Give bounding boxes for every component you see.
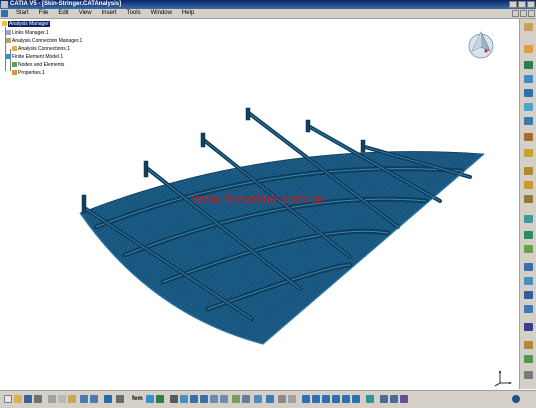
- view-back-icon[interactable]: [312, 395, 320, 403]
- analysis-workbench-icon[interactable]: [524, 23, 533, 31]
- moment-icon[interactable]: [524, 195, 533, 203]
- menu-tools[interactable]: Tools: [122, 9, 146, 18]
- multi-view-icon[interactable]: [242, 395, 250, 403]
- redo-icon[interactable]: [90, 395, 98, 403]
- shading-icon[interactable]: [266, 395, 274, 403]
- window-controls: [509, 1, 535, 8]
- animate-icon[interactable]: [524, 323, 533, 331]
- watermark-text: www.fevonline.com.cn: [192, 191, 325, 206]
- fem-toolbar-label[interactable]: fem: [132, 396, 143, 403]
- doc-restore-button[interactable]: [520, 10, 527, 17]
- image-icon[interactable]: [524, 277, 533, 285]
- force-icon[interactable]: [524, 181, 533, 189]
- catia-logo-icon: [512, 395, 520, 403]
- view-front-icon[interactable]: [302, 395, 310, 403]
- cut-icon[interactable]: [48, 395, 56, 403]
- pressure-icon[interactable]: [524, 167, 533, 175]
- mesh-part-icon[interactable]: [524, 61, 533, 69]
- title-bar: CATIA V5 - [Skin-Stringer.CATAnalysis]: [0, 0, 536, 9]
- measure-item-icon[interactable]: [390, 395, 398, 403]
- view-top-icon[interactable]: [342, 395, 350, 403]
- quality-analysis-icon[interactable]: [524, 133, 533, 141]
- compute-icon[interactable]: [524, 263, 533, 271]
- document-window-controls: [512, 10, 535, 17]
- von-mises-icon[interactable]: [524, 305, 533, 313]
- zoom-in-icon[interactable]: [210, 395, 218, 403]
- beam-mesh-icon[interactable]: [524, 103, 533, 111]
- material-apply-icon[interactable]: [366, 395, 374, 403]
- window-title: CATIA V5 - [Skin-Stringer.CATAnalysis]: [10, 1, 122, 7]
- view-right-icon[interactable]: [332, 395, 340, 403]
- property-icon[interactable]: [524, 215, 533, 223]
- paste-icon[interactable]: [68, 395, 76, 403]
- doc-close-button[interactable]: [528, 10, 535, 17]
- measure-inertia-icon[interactable]: [400, 395, 408, 403]
- catia-app-icon[interactable]: [1, 1, 8, 8]
- connection-icon[interactable]: [524, 231, 533, 239]
- normal-view-icon[interactable]: [232, 395, 240, 403]
- whats-this-icon[interactable]: [104, 395, 112, 403]
- close-button[interactable]: [527, 1, 535, 8]
- menu-file[interactable]: File: [34, 9, 54, 18]
- copy-icon[interactable]: [58, 395, 66, 403]
- material-icon[interactable]: [524, 245, 533, 253]
- doc-minimize-button[interactable]: [512, 10, 519, 17]
- measure-icon[interactable]: [524, 371, 533, 379]
- report-icon[interactable]: [524, 341, 533, 349]
- save-icon[interactable]: [24, 395, 32, 403]
- fem-solid-icon[interactable]: [156, 395, 164, 403]
- sensor-icon[interactable]: [524, 355, 533, 363]
- menu-bar: Start File Edit View Insert Tools Window…: [0, 9, 536, 19]
- pan-icon[interactable]: [190, 395, 198, 403]
- menu-edit[interactable]: Edit: [53, 9, 73, 18]
- load-icon[interactable]: [524, 149, 533, 157]
- fly-mode-icon[interactable]: [170, 395, 178, 403]
- fem-surface-icon[interactable]: [146, 395, 154, 403]
- menu-window[interactable]: Window: [146, 9, 177, 18]
- bottom-toolbar: fem: [0, 390, 536, 408]
- print-icon[interactable]: [34, 395, 42, 403]
- menu-insert[interactable]: Insert: [97, 9, 122, 18]
- measure-between-icon[interactable]: [380, 395, 388, 403]
- menu-view[interactable]: View: [74, 9, 97, 18]
- hide-show-icon[interactable]: [278, 395, 286, 403]
- axis-triad: [494, 370, 512, 387]
- 3d-viewport[interactable]: Analysis Manager Links Manager.1 Analysi…: [0, 19, 518, 389]
- minimize-button[interactable]: [509, 1, 517, 8]
- zoom-out-icon[interactable]: [220, 395, 228, 403]
- document-icon[interactable]: [1, 10, 8, 17]
- view-bottom-icon[interactable]: [352, 395, 360, 403]
- fit-all-icon[interactable]: [180, 395, 188, 403]
- isometric-view-icon[interactable]: [254, 395, 262, 403]
- swap-visible-space-icon[interactable]: [288, 395, 296, 403]
- surface-mesh-icon[interactable]: [524, 89, 533, 97]
- open-icon[interactable]: [14, 395, 22, 403]
- right-toolbar: [519, 19, 536, 389]
- solid-mesh-icon[interactable]: [524, 117, 533, 125]
- undo-icon[interactable]: [80, 395, 88, 403]
- restraint-icon[interactable]: [524, 45, 533, 53]
- element-type-icon[interactable]: [524, 75, 533, 83]
- rotate-icon[interactable]: [200, 395, 208, 403]
- maximize-button[interactable]: [518, 1, 526, 8]
- menu-start[interactable]: Start: [11, 9, 34, 18]
- menu-help[interactable]: Help: [177, 9, 199, 18]
- view-left-icon[interactable]: [322, 395, 330, 403]
- power-input-icon[interactable]: [116, 395, 124, 403]
- new-icon[interactable]: [4, 395, 12, 403]
- deformation-icon[interactable]: [524, 291, 533, 299]
